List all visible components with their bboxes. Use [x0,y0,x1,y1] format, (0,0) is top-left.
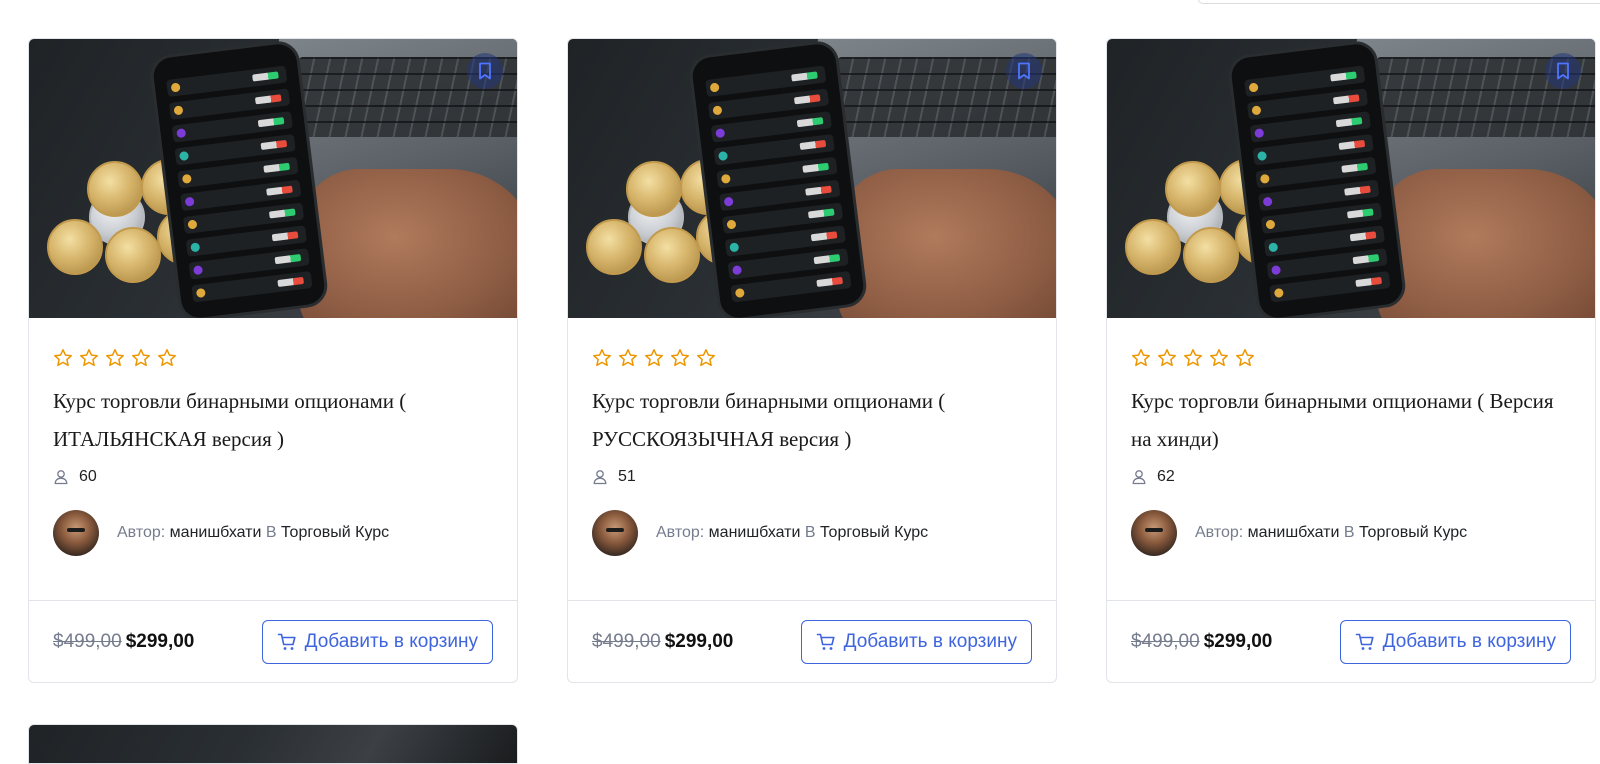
add-to-cart-label: Добавить в корзину [304,630,478,652]
add-to-cart-button[interactable]: Добавить в корзину [261,619,493,664]
star-outline-icon [1235,348,1255,368]
old-price: $499,00 [592,630,661,652]
price: $499,00 $299,00 [1131,631,1272,653]
author-name-link[interactable]: манишбхати [1248,524,1340,541]
bookmark-icon [1018,62,1030,80]
category-prefix: В [1343,524,1355,541]
star-outline-icon [1131,348,1151,368]
category-link[interactable]: Торговый Курс [1359,524,1467,541]
bookmark-icon [1557,62,1569,80]
category-link[interactable]: Торговый Курс [281,524,389,541]
current-price: $299,00 [1203,630,1273,652]
enrolled-count: 51 [592,468,1032,486]
cart-icon [816,633,835,650]
star-outline-icon [696,348,716,368]
author-prefix: Автор: [656,524,705,541]
user-icon [593,470,607,485]
old-price: $499,00 [1131,630,1200,652]
coin-image-part [644,227,700,283]
cart-icon [1355,633,1374,650]
course-thumbnail[interactable] [568,39,1056,318]
coin-image-part [626,161,682,217]
author-row: Автор: манишбхати В Торговый Курс [53,510,493,556]
star-outline-icon [105,348,125,368]
course-card: Курс торговли бинарными опционами ( РУСС… [567,38,1057,683]
card-footer: $499,00 $299,00 Добавить в корзину [29,600,517,682]
course-title-link[interactable]: Курс торговли бинарными опционами ( РУСС… [592,382,1032,458]
author-prefix: Автор: [1195,524,1244,541]
coin-image-part [1183,227,1239,283]
course-card-partial[interactable] [28,724,518,764]
enrolled-count: 62 [1131,468,1571,486]
add-to-cart-button[interactable]: Добавить в корзину [1339,619,1571,664]
coin-image-part [1125,219,1181,275]
price: $499,00 $299,00 [53,631,194,653]
coin-image-part [1165,161,1221,217]
category-link[interactable]: Торговый Курс [820,524,928,541]
author-row: Автор: манишбхати В Торговый Курс [1131,510,1571,556]
avatar[interactable] [53,510,99,556]
star-outline-icon [670,348,690,368]
hand-image-part [1377,169,1595,318]
star-outline-icon [1157,348,1177,368]
rating-stars [592,348,1032,368]
author-name-link[interactable]: манишбхати [170,524,262,541]
hand-image-part [838,169,1056,318]
enrolled-count-value: 60 [79,468,97,485]
star-outline-icon [131,348,151,368]
avatar[interactable] [1131,510,1177,556]
course-card: Курс торговли бинарными опционами ( ИТАЛ… [28,38,518,683]
hand-image-part [299,169,517,318]
card-footer: $499,00 $299,00 Добавить в корзину [1107,600,1595,682]
bookmark-button[interactable] [467,53,503,89]
star-outline-icon [79,348,99,368]
enrolled-count-value: 62 [1157,468,1175,485]
user-icon [54,470,68,485]
enrolled-count-value: 51 [618,468,636,485]
user-icon [1132,470,1146,485]
category-prefix: В [804,524,816,541]
coin-image-part [47,219,103,275]
search-field[interactable] [1198,0,1600,4]
star-outline-icon [157,348,177,368]
star-outline-icon [618,348,638,368]
category-prefix: В [265,524,277,541]
star-outline-icon [1209,348,1229,368]
old-price: $499,00 [53,630,122,652]
bookmark-button[interactable] [1006,53,1042,89]
coin-image-part [87,161,143,217]
current-price: $299,00 [125,630,195,652]
course-thumbnail[interactable] [1107,39,1595,318]
course-card: Курс торговли бинарными опционами ( Верс… [1106,38,1596,683]
card-footer: $499,00 $299,00 Добавить в корзину [568,600,1056,682]
course-title-link[interactable]: Курс торговли бинарными опционами ( ИТАЛ… [53,382,493,458]
add-to-cart-label: Добавить в корзину [843,630,1017,652]
star-outline-icon [1183,348,1203,368]
rating-stars [1131,348,1571,368]
bookmark-icon [479,62,491,80]
add-to-cart-button[interactable]: Добавить в корзину [800,619,1032,664]
coin-image-part [105,227,161,283]
enrolled-count: 60 [53,468,493,486]
current-price: $299,00 [664,630,734,652]
author-row: Автор: манишбхати В Торговый Курс [592,510,1032,556]
avatar[interactable] [592,510,638,556]
cart-icon [277,633,296,650]
add-to-cart-label: Добавить в корзину [1382,630,1556,652]
star-outline-icon [53,348,73,368]
star-outline-icon [592,348,612,368]
course-title-link[interactable]: Курс торговли бинарными опционами ( Верс… [1131,382,1571,458]
author-name-link[interactable]: манишбхати [709,524,801,541]
rating-stars [53,348,493,368]
star-outline-icon [644,348,664,368]
author-prefix: Автор: [117,524,166,541]
course-thumbnail[interactable] [29,39,517,318]
price: $499,00 $299,00 [592,631,733,653]
bookmark-button[interactable] [1545,53,1581,89]
coin-image-part [586,219,642,275]
